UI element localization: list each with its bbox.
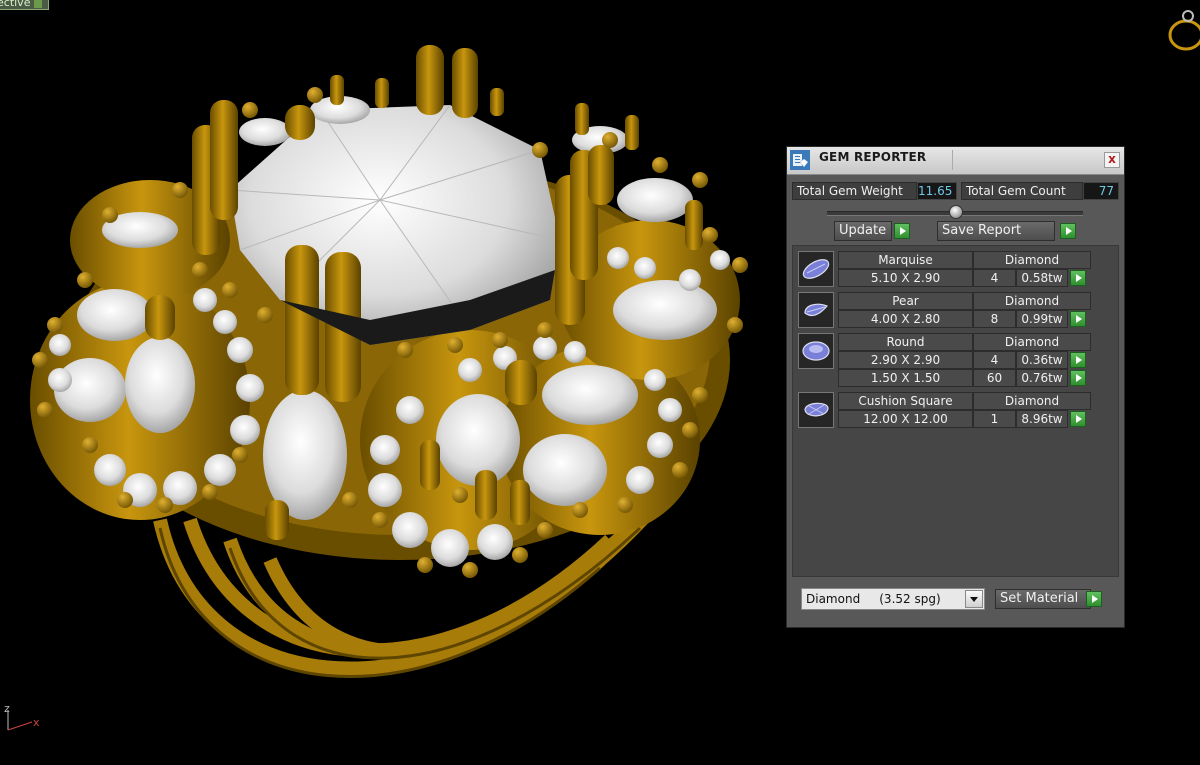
- cushion-square-gem-icon[interactable]: [798, 392, 834, 428]
- viewport-menu-icon: [34, 0, 43, 8]
- gem-weight-cell: 8.96tw: [1016, 410, 1068, 428]
- axis-z-label: z: [4, 702, 10, 715]
- gem-count-cell: 4: [973, 351, 1016, 369]
- material-select-value: Diamond (3.52 spg): [806, 592, 941, 606]
- gem-material-cell: Diamond: [973, 292, 1091, 310]
- title-separator: [952, 150, 953, 170]
- save-report-button[interactable]: Save Report: [937, 221, 1055, 241]
- size-slider-thumb[interactable]: [949, 205, 963, 219]
- gem-size-cell: 2.90 X 2.90: [838, 351, 973, 369]
- gem-count-cell: 60: [973, 369, 1016, 387]
- select-gems-go-icon[interactable]: [1070, 270, 1086, 286]
- gem-count-cell: 1: [973, 410, 1016, 428]
- gem-size-cell: 4.00 X 2.80: [838, 310, 973, 328]
- gem-shape-cell: Marquise: [838, 251, 973, 269]
- material-select[interactable]: Diamond (3.52 spg): [801, 588, 985, 610]
- axis-x-label: x: [33, 716, 40, 729]
- gem-size-cell: 12.00 X 12.00: [838, 410, 973, 428]
- save-report-button-label: Save Report: [942, 223, 1022, 238]
- gem-weight-cell: 0.76tw: [1016, 369, 1068, 387]
- set-material-button-label: Set Material: [1000, 591, 1079, 606]
- close-button[interactable]: x: [1104, 152, 1120, 168]
- update-button[interactable]: Update: [834, 221, 892, 241]
- gem-material-cell: Diamond: [973, 333, 1091, 351]
- gem-size-cell: 5.10 X 2.90: [838, 269, 973, 287]
- gem-material-cell: Diamond: [973, 251, 1091, 269]
- gem-shape-cell: Round: [838, 333, 973, 351]
- gem-list: Marquise Diamond 5.10 X 2.90 4 0.58tw Pe…: [792, 245, 1119, 577]
- save-report-go-icon[interactable]: [1060, 223, 1076, 239]
- gem-count-cell: 4: [973, 269, 1016, 287]
- gem-reporter-panel: GEM REPORTER x Total Gem Weight 11.65 To…: [786, 146, 1125, 628]
- select-gems-go-icon[interactable]: [1070, 352, 1086, 368]
- gem-material-cell: Diamond: [973, 392, 1091, 410]
- panel-title: GEM REPORTER: [819, 150, 927, 164]
- update-go-icon[interactable]: [894, 223, 910, 239]
- total-gem-weight-value: 11.65: [917, 182, 957, 200]
- ring-orientation-icon: [1168, 10, 1200, 51]
- total-gem-count-value: 77: [1083, 182, 1119, 200]
- select-gems-go-icon[interactable]: [1070, 370, 1086, 386]
- chevron-down-icon[interactable]: [965, 590, 983, 608]
- gem-weight-cell: 0.36tw: [1016, 351, 1068, 369]
- select-gems-go-icon[interactable]: [1070, 411, 1086, 427]
- set-material-button[interactable]: Set Material: [995, 589, 1091, 609]
- pear-gem-icon[interactable]: [798, 292, 834, 328]
- gem-shape-cell: Cushion Square: [838, 392, 973, 410]
- round-gem-icon[interactable]: [798, 333, 834, 369]
- marquise-gem-icon[interactable]: [798, 251, 834, 287]
- viewport-label[interactable]: ective: [0, 0, 50, 10]
- update-button-label: Update: [839, 223, 887, 238]
- gem-reporter-icon: [790, 150, 810, 170]
- gem-count-cell: 8: [973, 310, 1016, 328]
- total-gem-count-label: Total Gem Count: [961, 182, 1083, 200]
- select-gems-go-icon[interactable]: [1070, 311, 1086, 327]
- gem-shape-cell: Pear: [838, 292, 973, 310]
- gem-weight-cell: 0.58tw: [1016, 269, 1068, 287]
- gem-size-cell: 1.50 X 1.50: [838, 369, 973, 387]
- total-gem-weight-label: Total Gem Weight: [792, 182, 917, 200]
- set-material-go-icon[interactable]: [1086, 591, 1102, 607]
- title-bar[interactable]: GEM REPORTER x: [787, 147, 1124, 175]
- gem-weight-cell: 0.99tw: [1016, 310, 1068, 328]
